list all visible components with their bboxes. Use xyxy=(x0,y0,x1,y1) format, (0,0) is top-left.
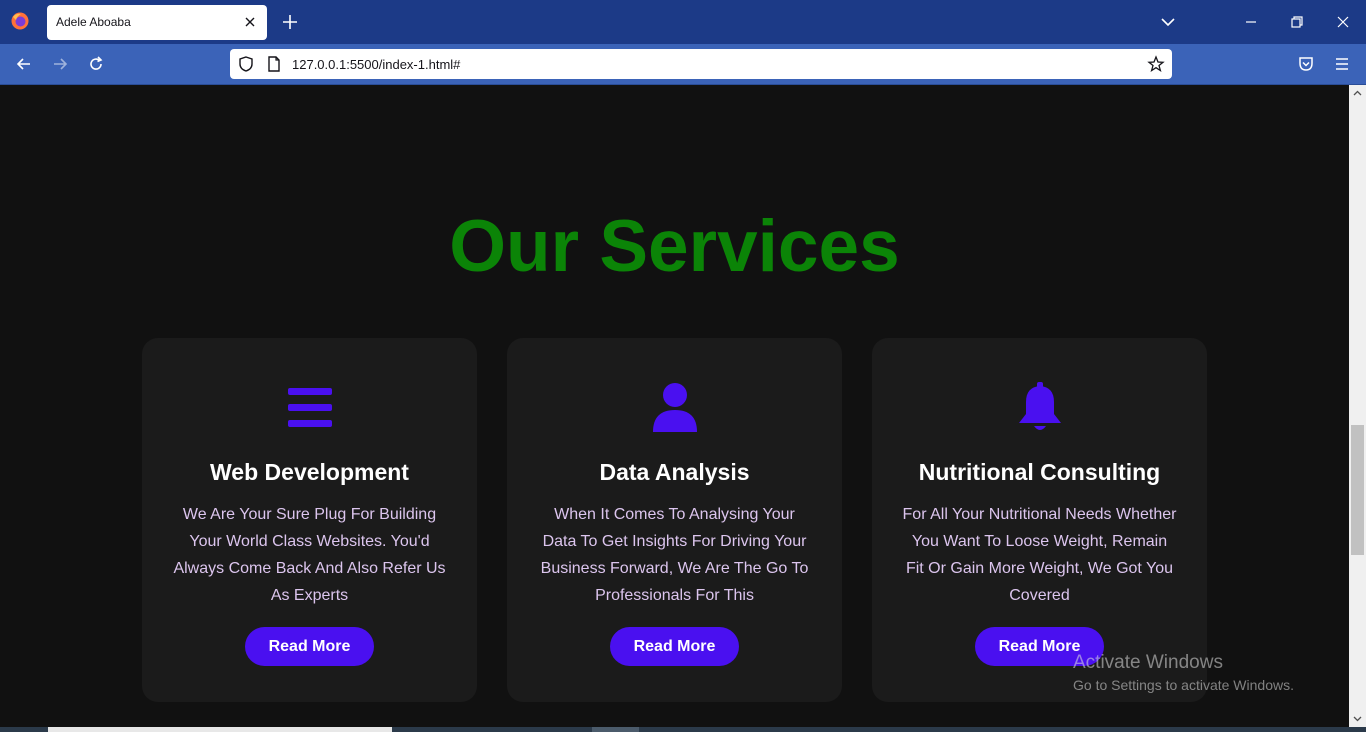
active-tab[interactable]: Adele Aboaba xyxy=(47,5,267,40)
pocket-icon[interactable] xyxy=(1296,54,1316,74)
page-viewport: Our Services Web Development We Are Your… xyxy=(0,85,1349,727)
close-window-icon[interactable] xyxy=(1333,12,1353,32)
service-description: We Are Your Sure Plug For Building Your … xyxy=(173,506,446,604)
address-bar[interactable]: 127.0.0.1:5500/index-1.html# xyxy=(230,49,1172,79)
service-description: For All Your Nutritional Needs Whether Y… xyxy=(902,506,1177,604)
reload-icon[interactable] xyxy=(86,54,106,74)
scroll-down-arrow-icon[interactable] xyxy=(1353,714,1362,723)
url-text[interactable]: 127.0.0.1:5500/index-1.html# xyxy=(292,57,460,72)
chevron-down-icon[interactable] xyxy=(1158,12,1178,32)
service-description: When It Comes To Analysing Your Data To … xyxy=(540,506,809,604)
firefox-icon[interactable] xyxy=(10,11,30,31)
hamburger-menu-icon[interactable] xyxy=(1332,54,1352,74)
read-more-button[interactable]: Read More xyxy=(610,627,739,666)
close-tab-icon[interactable] xyxy=(242,14,258,30)
os-taskbar xyxy=(0,727,1366,732)
minimize-window-icon[interactable] xyxy=(1241,12,1261,32)
new-tab-icon[interactable] xyxy=(280,12,300,32)
restore-window-icon[interactable] xyxy=(1287,12,1307,32)
service-title: Data Analysis xyxy=(599,459,750,485)
taskbar-item[interactable] xyxy=(48,727,392,732)
service-title: Nutritional Consulting xyxy=(918,459,1161,485)
scrollbar-thumb[interactable] xyxy=(1351,425,1364,555)
service-card-nutritional-consulting: Nutritional Consulting For All Your Nutr… xyxy=(872,338,1207,702)
browser-nav-bar: 127.0.0.1:5500/index-1.html# xyxy=(0,44,1366,85)
forward-arrow-icon[interactable] xyxy=(50,54,70,74)
service-card-web-development: Web Development We Are Your Sure Plug Fo… xyxy=(142,338,477,702)
watermark-subtitle: Go to Settings to activate Windows. xyxy=(1073,677,1294,693)
services-heading: Our Services xyxy=(449,206,900,287)
read-more-button[interactable]: Read More xyxy=(245,627,374,666)
page-icon[interactable] xyxy=(266,55,282,73)
service-card-data-analysis: Data Analysis When It Comes To Analysing… xyxy=(507,338,842,702)
shield-icon[interactable] xyxy=(237,55,255,73)
bell-icon xyxy=(1019,382,1061,430)
scroll-up-arrow-icon[interactable] xyxy=(1353,89,1362,98)
taskbar-item[interactable] xyxy=(592,727,639,732)
bars-icon xyxy=(288,388,332,427)
vertical-scrollbar[interactable] xyxy=(1349,85,1366,727)
tab-title: Adele Aboaba xyxy=(56,15,131,29)
service-title: Web Development xyxy=(210,459,409,485)
bookmark-star-icon[interactable] xyxy=(1147,55,1165,73)
browser-tab-bar: Adele Aboaba xyxy=(0,0,1366,44)
user-icon xyxy=(653,383,697,432)
back-arrow-icon[interactable] xyxy=(14,54,34,74)
activate-windows-watermark: Activate Windows Go to Settings to activ… xyxy=(1073,652,1294,694)
watermark-title: Activate Windows xyxy=(1073,652,1223,673)
